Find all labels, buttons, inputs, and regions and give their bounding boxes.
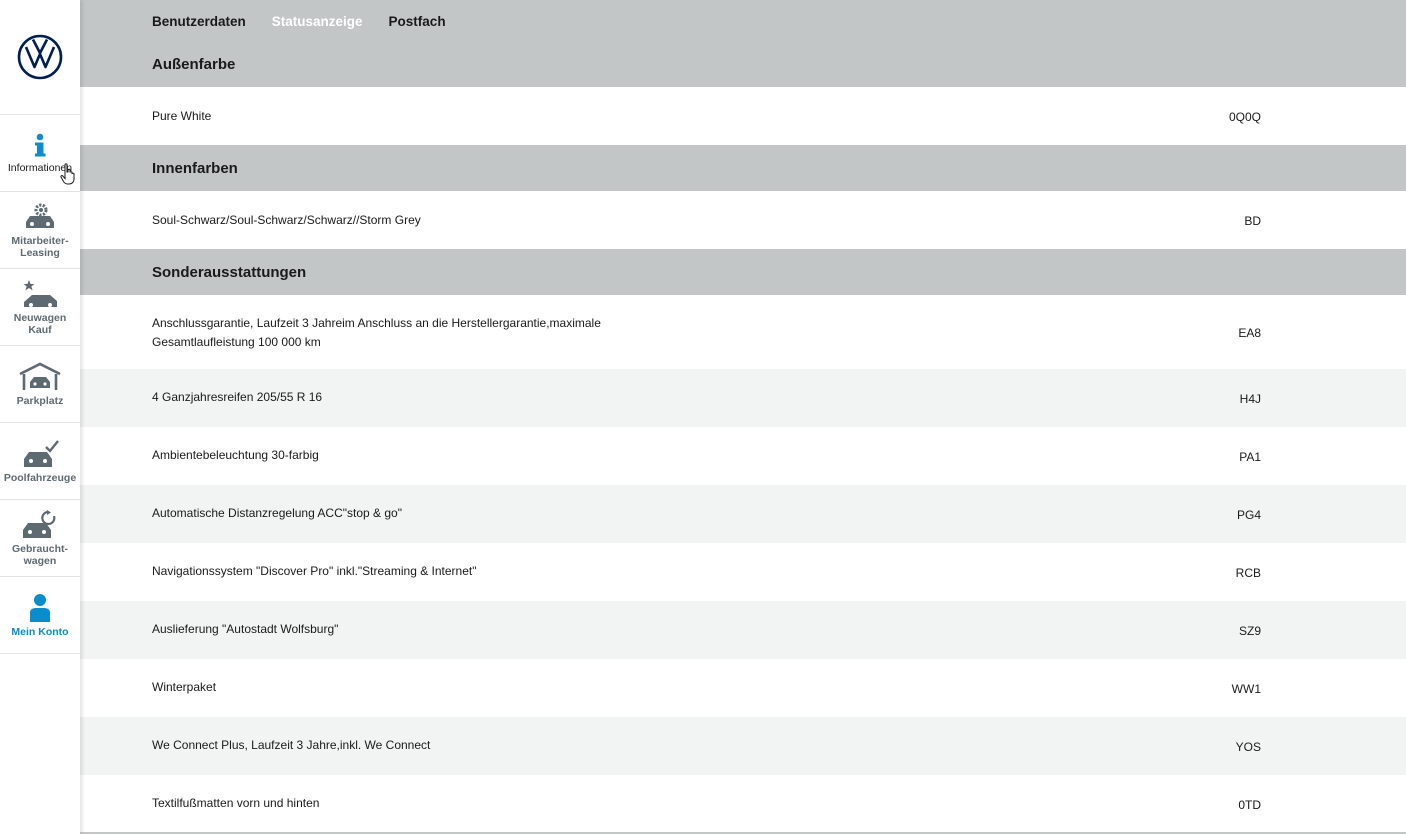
tab-bar: Benutzerdaten Statusanzeige Postfach <box>152 14 446 29</box>
item-description: We Connect Plus, Laufzeit 3 Jahre,inkl. … <box>152 738 431 752</box>
list-item: Ambientebeleuchtung 30-farbig PA1 <box>80 427 1406 485</box>
item-description: 4 Ganzjahresreifen 205/55 R 16 <box>152 390 323 404</box>
list-item: 4 Ganzjahresreifen 205/55 R 16 H4J <box>80 369 1406 427</box>
item-code: PG4 <box>1236 508 1261 522</box>
garage-icon <box>19 362 61 390</box>
nav-item-mein-konto[interactable]: Mein Konto <box>0 577 80 654</box>
main-content: Benutzerdaten Statusanzeige Postfach Auß… <box>80 0 1406 834</box>
item-code: YOS <box>1235 740 1261 754</box>
item-code: 0Q0Q <box>1228 110 1261 124</box>
user-icon <box>30 593 50 622</box>
item-code: WW1 <box>1231 682 1261 696</box>
item-code: H4J <box>1239 392 1261 406</box>
car-refresh-icon <box>23 509 56 538</box>
tab-benutzerdaten[interactable]: Benutzerdaten <box>152 14 246 29</box>
nav-item-poolfahrzeuge[interactable]: Poolfahrzeuge <box>0 423 80 500</box>
item-description: Automatische Distanzregelung ACC"stop & … <box>152 506 402 520</box>
nav-label-mitarbeiter-leasing: Mitarbeiter- Leasing <box>11 234 69 259</box>
list-item: Soul-Schwarz/Soul-Schwarz/Schwarz//Storm… <box>80 191 1406 249</box>
nav-label-gebrauchtwagen: Gebraucht- wagen <box>11 542 68 567</box>
list-item: Navigationssystem "Discover Pro" inkl."S… <box>80 543 1406 601</box>
nav-item-gebrauchtwagen[interactable]: Gebraucht- wagen <box>0 500 80 577</box>
nav-item-neuwagen-kauf[interactable]: Neuwagen Kauf <box>0 269 80 346</box>
list-item: Automatische Distanzregelung ACC"stop & … <box>80 485 1406 543</box>
car-check-icon <box>24 439 59 467</box>
nav-label-parkplatz: Parkplatz <box>16 394 64 407</box>
item-description: Textilfußmatten vorn und hinten <box>152 796 320 810</box>
section-title-sonderausstattungen: Sonderausstattungen <box>152 264 307 281</box>
vw-logo-container[interactable] <box>0 0 80 115</box>
nav-label-neuwagen-kauf: Neuwagen Kauf <box>13 311 67 336</box>
item-description: Navigationssystem "Discover Pro" inkl."S… <box>152 564 477 578</box>
item-code: SZ9 <box>1238 624 1261 638</box>
section-title-innenfarben: Innenfarben <box>152 160 238 177</box>
nav-item-informationen[interactable]: Informationen <box>0 115 80 192</box>
info-icon <box>35 133 46 156</box>
nav-item-mitarbeiter-leasing[interactable]: Mitarbeiter- Leasing <box>0 192 80 269</box>
tab-statusanzeige[interactable]: Statusanzeige <box>272 14 363 29</box>
nav-label-poolfahrzeuge: Poolfahrzeuge <box>3 471 77 484</box>
section-header-innenfarben: Innenfarben <box>80 145 1406 191</box>
item-code: 0TD <box>1238 798 1261 812</box>
item-code: BD <box>1244 214 1261 228</box>
item-description: Auslieferung "Autostadt Wolfsburg" <box>152 622 339 636</box>
list-item: Pure White 0Q0Q <box>80 87 1406 145</box>
item-description: Anschlussgarantie, Laufzeit 3 Jahreim An… <box>152 316 601 349</box>
list-item: Winterpaket WW1 <box>80 659 1406 717</box>
tab-postfach[interactable]: Postfach <box>389 14 446 29</box>
hand-cursor-icon <box>60 163 75 185</box>
list-item: Auslieferung "Autostadt Wolfsburg" SZ9 <box>80 601 1406 659</box>
car-star-icon <box>23 279 57 307</box>
list-item: Textilfußmatten vorn und hinten 0TD <box>80 775 1406 833</box>
item-description: Winterpaket <box>152 680 217 694</box>
sidebar: Informationen Mitarbeiter- Leasing Neuwa… <box>0 0 80 834</box>
section-title-aussenfarbe: Außenfarbe <box>152 56 236 73</box>
top-bar: Benutzerdaten Statusanzeige Postfach Auß… <box>80 0 1406 87</box>
nav-item-parkplatz[interactable]: Parkplatz <box>0 346 80 423</box>
section-header-sonderausstattungen: Sonderausstattungen <box>80 249 1406 295</box>
car-gear-icon <box>26 203 54 228</box>
item-description: Soul-Schwarz/Soul-Schwarz/Schwarz//Storm… <box>152 213 421 227</box>
nav-label-mein-konto: Mein Konto <box>11 625 69 638</box>
item-code: EA8 <box>1238 326 1261 340</box>
item-code: RCB <box>1235 566 1261 580</box>
vw-logo[interactable] <box>17 34 63 80</box>
item-description: Ambientebeleuchtung 30-farbig <box>152 448 319 462</box>
item-code: PA1 <box>1239 450 1261 464</box>
item-description: Pure White <box>152 109 212 123</box>
list-item: Anschlussgarantie, Laufzeit 3 Jahreim An… <box>80 295 1406 369</box>
list-item: We Connect Plus, Laufzeit 3 Jahre,inkl. … <box>80 717 1406 775</box>
